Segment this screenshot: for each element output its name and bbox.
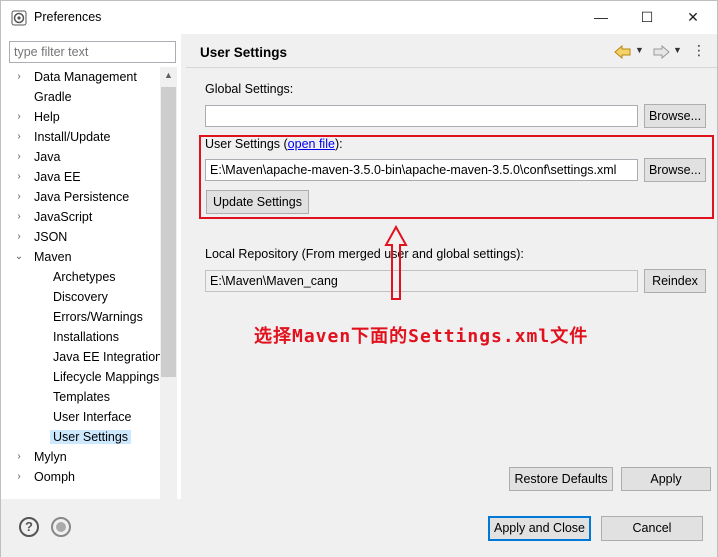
tree-item-java-ee-integration[interactable]: Java EE Integration bbox=[53, 347, 161, 367]
apply-and-close-button[interactable]: Apply and Close bbox=[488, 516, 591, 541]
back-dropdown-icon[interactable]: ▼ bbox=[635, 45, 644, 55]
filter-input[interactable] bbox=[9, 41, 176, 63]
global-settings-label: Global Settings: bbox=[205, 82, 294, 96]
cancel-button[interactable]: Cancel bbox=[601, 516, 703, 541]
tree-item-archetypes[interactable]: Archetypes bbox=[53, 267, 116, 287]
up-arrow-annotation-icon bbox=[384, 225, 408, 300]
tree-item-lifecycle-mappings[interactable]: Lifecycle Mappings bbox=[53, 367, 159, 387]
forward-arrow-icon[interactable] bbox=[652, 44, 670, 63]
reindex-button[interactable]: Reindex bbox=[644, 269, 706, 293]
expand-icon[interactable]: › bbox=[13, 127, 25, 147]
page-title: User Settings bbox=[200, 45, 288, 60]
apply-button[interactable]: Apply bbox=[621, 467, 711, 491]
expand-icon[interactable]: › bbox=[13, 447, 25, 467]
restore-defaults-button[interactable]: Restore Defaults bbox=[509, 467, 613, 491]
expand-icon[interactable]: › bbox=[13, 67, 25, 87]
close-button[interactable]: ✕ bbox=[670, 1, 716, 34]
expand-icon[interactable]: › bbox=[13, 147, 25, 167]
preferences-window: Preferences — ☐ ✕ ›Data Management Gradl… bbox=[0, 0, 718, 557]
title-bar: Preferences — ☐ ✕ bbox=[1, 1, 717, 34]
header-divider bbox=[186, 67, 717, 68]
highlight-box bbox=[199, 135, 714, 219]
dialog-button-bar: ? Apply and Close Cancel bbox=[1, 499, 717, 557]
back-arrow-icon[interactable] bbox=[614, 44, 632, 63]
expand-icon[interactable]: › bbox=[13, 227, 25, 247]
page-navigation: ▼ ▼ ⋮ bbox=[614, 42, 709, 63]
eclipse-app-icon bbox=[11, 10, 27, 26]
global-settings-field[interactable] bbox=[205, 105, 638, 127]
annotation-text: 选择Maven下面的Settings.xml文件 bbox=[254, 326, 589, 347]
preferences-tree-pane: ›Data Management Gradle ›Help ›Install/U… bbox=[1, 34, 181, 529]
collapse-icon[interactable]: ⌄ bbox=[13, 247, 25, 267]
tree-item-discovery[interactable]: Discovery bbox=[53, 287, 108, 307]
expand-icon[interactable]: › bbox=[13, 467, 25, 487]
local-repository-label: Local Repository (From merged user and g… bbox=[205, 247, 524, 261]
tree-item-errors-warnings[interactable]: Errors/Warnings bbox=[53, 307, 143, 327]
tree-item-templates[interactable]: Templates bbox=[53, 387, 110, 407]
minimize-button[interactable]: — bbox=[578, 1, 624, 34]
expand-icon[interactable]: › bbox=[13, 167, 25, 187]
forward-dropdown-icon[interactable]: ▼ bbox=[673, 45, 682, 55]
tree-item-user-interface[interactable]: User Interface bbox=[53, 407, 132, 427]
preferences-tree: › Data Management Gradle › Help › Install/U… bbox=[9, 67, 161, 512]
help-icon[interactable]: ? bbox=[19, 517, 39, 537]
view-menu-icon[interactable]: ⋮ bbox=[692, 42, 706, 59]
settings-page: User Settings ▼ ▼ ⋮ Global Settings: Bro… bbox=[186, 34, 717, 499]
global-browse-button[interactable]: Browse... bbox=[644, 104, 706, 128]
tree-item-user-settings[interactable]: User Settings bbox=[50, 427, 132, 447]
scrollbar-thumb[interactable] bbox=[161, 87, 176, 377]
window-title: Preferences bbox=[34, 10, 102, 24]
expand-icon[interactable]: › bbox=[13, 107, 25, 127]
expand-icon[interactable]: › bbox=[13, 207, 25, 227]
local-repository-field[interactable]: E:\Maven\Maven_cang bbox=[205, 270, 638, 292]
expand-icon[interactable]: › bbox=[13, 187, 25, 207]
import-export-icon[interactable] bbox=[51, 517, 71, 537]
scroll-up-icon[interactable]: ▲ bbox=[160, 67, 177, 84]
tree-vertical-scrollbar[interactable]: ▲ ▼ bbox=[160, 67, 177, 512]
tree-item-installations[interactable]: Installations bbox=[53, 327, 119, 347]
maximize-button[interactable]: ☐ bbox=[624, 1, 670, 34]
